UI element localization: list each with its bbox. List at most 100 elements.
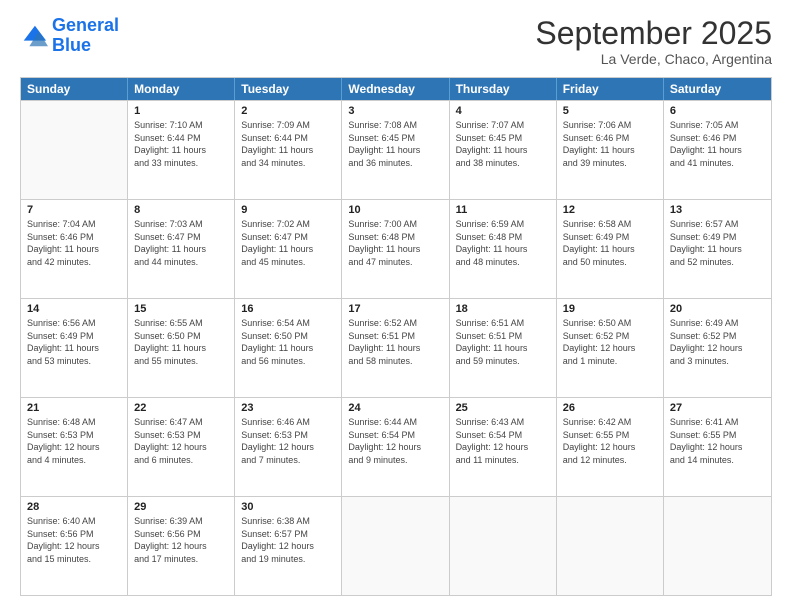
day-number-7: 7 (27, 204, 121, 216)
day-cell-14: 14Sunrise: 6:56 AM Sunset: 6:49 PM Dayli… (21, 299, 128, 397)
day-cell-4: 4 Sunrise: 7:07 AM Sunset: 6:45 PM Daylig… (450, 101, 557, 199)
day-number-15: 15 (134, 303, 228, 315)
day-info-21: Sunrise: 6:48 AM Sunset: 6:53 PM Dayligh… (27, 416, 121, 466)
day-number-8: 8 (134, 204, 228, 216)
empty-cell-4-3 (342, 497, 449, 595)
day-cell-13: 13 Sunrise: 6:57 AM Sunset: 6:49 PM Dayli… (664, 200, 771, 298)
day-number-28: 28 (27, 501, 121, 513)
day-number-23: 23 (241, 402, 335, 414)
col-friday: Friday (557, 78, 664, 100)
day-number-6: 6 (670, 105, 765, 117)
col-tuesday: Tuesday (235, 78, 342, 100)
day-number-29: 29 (134, 501, 228, 513)
day-number-27: 27 (670, 402, 765, 414)
day-info-12: Sunrise: 6:58 AM Sunset: 6:49 PM Dayligh… (563, 218, 657, 268)
day-number-14: 14 (27, 303, 121, 315)
day-info-6: Sunrise: 7:05 AM Sunset: 6:46 PM Dayligh… (670, 119, 765, 169)
day-cell-18: 18 Sunrise: 6:51 AM Sunset: 6:51 PM Dayli… (450, 299, 557, 397)
day-info-15: Sunrise: 6:55 AM Sunset: 6:50 PM Dayligh… (134, 317, 228, 367)
day-cell-22: 22 Sunrise: 6:47 AM Sunset: 6:53 PM Dayli… (128, 398, 235, 496)
day-number-10: 10 (348, 204, 442, 216)
day-cell-17: 17 Sunrise: 6:52 AM Sunset: 6:51 PM Dayli… (342, 299, 449, 397)
week-row-3: 14Sunrise: 6:56 AM Sunset: 6:49 PM Dayli… (21, 298, 771, 397)
day-info-4: Sunrise: 7:07 AM Sunset: 6:45 PM Dayligh… (456, 119, 550, 169)
day-number-19: 19 (563, 303, 657, 315)
page: General Blue September 2025 La Verde, Ch… (0, 0, 792, 612)
day-number-22: 22 (134, 402, 228, 414)
day-info-17: Sunrise: 6:52 AM Sunset: 6:51 PM Dayligh… (348, 317, 442, 367)
day-info-3: Sunrise: 7:08 AM Sunset: 6:45 PM Dayligh… (348, 119, 442, 169)
day-number-26: 26 (563, 402, 657, 414)
empty-cell-4-6 (664, 497, 771, 595)
title-block: September 2025 La Verde, Chaco, Argentin… (535, 16, 772, 67)
day-info-16: Sunrise: 6:54 AM Sunset: 6:50 PM Dayligh… (241, 317, 335, 367)
day-info-5: Sunrise: 7:06 AM Sunset: 6:46 PM Dayligh… (563, 119, 657, 169)
day-cell-29: 29 Sunrise: 6:39 AM Sunset: 6:56 PM Dayli… (128, 497, 235, 595)
day-info-24: Sunrise: 6:44 AM Sunset: 6:54 PM Dayligh… (348, 416, 442, 466)
day-info-28: Sunrise: 6:40 AM Sunset: 6:56 PM Dayligh… (27, 515, 121, 565)
day-info-23: Sunrise: 6:46 AM Sunset: 6:53 PM Dayligh… (241, 416, 335, 466)
header: General Blue September 2025 La Verde, Ch… (20, 16, 772, 67)
col-sunday: Sunday (21, 78, 128, 100)
day-number-24: 24 (348, 402, 442, 414)
day-number-25: 25 (456, 402, 550, 414)
day-info-20: Sunrise: 6:49 AM Sunset: 6:52 PM Dayligh… (670, 317, 765, 367)
day-info-7: Sunrise: 7:04 AM Sunset: 6:46 PM Dayligh… (27, 218, 121, 268)
col-wednesday: Wednesday (342, 78, 449, 100)
week-row-4: 21Sunrise: 6:48 AM Sunset: 6:53 PM Dayli… (21, 397, 771, 496)
day-number-1: 1 (134, 105, 228, 117)
day-number-30: 30 (241, 501, 335, 513)
col-thursday: Thursday (450, 78, 557, 100)
day-info-11: Sunrise: 6:59 AM Sunset: 6:48 PM Dayligh… (456, 218, 550, 268)
day-cell-25: 25 Sunrise: 6:43 AM Sunset: 6:54 PM Dayli… (450, 398, 557, 496)
week-row-1: 1 Sunrise: 7:10 AM Sunset: 6:44 PM Daylig… (21, 100, 771, 199)
day-cell-12: 12 Sunrise: 6:58 AM Sunset: 6:49 PM Dayli… (557, 200, 664, 298)
day-info-13: Sunrise: 6:57 AM Sunset: 6:49 PM Dayligh… (670, 218, 765, 268)
day-cell-28: 28 Sunrise: 6:40 AM Sunset: 6:56 PM Dayli… (21, 497, 128, 595)
day-cell-9: 9 Sunrise: 7:02 AM Sunset: 6:47 PM Daylig… (235, 200, 342, 298)
logo-text: General Blue (52, 16, 119, 56)
day-info-9: Sunrise: 7:02 AM Sunset: 6:47 PM Dayligh… (241, 218, 335, 268)
day-number-2: 2 (241, 105, 335, 117)
day-cell-11: 11 Sunrise: 6:59 AM Sunset: 6:48 PM Dayli… (450, 200, 557, 298)
day-number-11: 11 (456, 204, 550, 216)
day-cell-6: 6 Sunrise: 7:05 AM Sunset: 6:46 PM Daylig… (664, 101, 771, 199)
day-cell-1: 1 Sunrise: 7:10 AM Sunset: 6:44 PM Daylig… (128, 101, 235, 199)
empty-cell-4-5 (557, 497, 664, 595)
day-info-22: Sunrise: 6:47 AM Sunset: 6:53 PM Dayligh… (134, 416, 228, 466)
day-cell-23: 23 Sunrise: 6:46 AM Sunset: 6:53 PM Dayli… (235, 398, 342, 496)
day-number-4: 4 (456, 105, 550, 117)
logo: General Blue (20, 16, 119, 56)
day-number-18: 18 (456, 303, 550, 315)
day-cell-20: 20 Sunrise: 6:49 AM Sunset: 6:52 PM Dayli… (664, 299, 771, 397)
logo-icon (20, 22, 48, 50)
calendar: Sunday Monday Tuesday Wednesday Thursday… (20, 77, 772, 596)
day-cell-8: 8Sunrise: 7:03 AM Sunset: 6:47 PM Daylig… (128, 200, 235, 298)
week-row-2: 7 Sunrise: 7:04 AM Sunset: 6:46 PM Daylig… (21, 199, 771, 298)
day-info-19: Sunrise: 6:50 AM Sunset: 6:52 PM Dayligh… (563, 317, 657, 367)
day-info-18: Sunrise: 6:51 AM Sunset: 6:51 PM Dayligh… (456, 317, 550, 367)
day-number-17: 17 (348, 303, 442, 315)
week-row-5: 28 Sunrise: 6:40 AM Sunset: 6:56 PM Dayli… (21, 496, 771, 595)
empty-cell-0-0 (21, 101, 128, 199)
day-info-10: Sunrise: 7:00 AM Sunset: 6:48 PM Dayligh… (348, 218, 442, 268)
day-info-1: Sunrise: 7:10 AM Sunset: 6:44 PM Dayligh… (134, 119, 228, 169)
day-number-9: 9 (241, 204, 335, 216)
day-number-12: 12 (563, 204, 657, 216)
day-cell-5: 5Sunrise: 7:06 AM Sunset: 6:46 PM Daylig… (557, 101, 664, 199)
day-info-30: Sunrise: 6:38 AM Sunset: 6:57 PM Dayligh… (241, 515, 335, 565)
day-cell-10: 10 Sunrise: 7:00 AM Sunset: 6:48 PM Dayli… (342, 200, 449, 298)
day-cell-30: 30 Sunrise: 6:38 AM Sunset: 6:57 PM Dayli… (235, 497, 342, 595)
day-number-3: 3 (348, 105, 442, 117)
day-cell-27: 27Sunrise: 6:41 AM Sunset: 6:55 PM Dayli… (664, 398, 771, 496)
empty-cell-4-4 (450, 497, 557, 595)
day-cell-24: 24 Sunrise: 6:44 AM Sunset: 6:54 PM Dayli… (342, 398, 449, 496)
day-cell-26: 26Sunrise: 6:42 AM Sunset: 6:55 PM Dayli… (557, 398, 664, 496)
col-saturday: Saturday (664, 78, 771, 100)
day-number-13: 13 (670, 204, 765, 216)
day-info-25: Sunrise: 6:43 AM Sunset: 6:54 PM Dayligh… (456, 416, 550, 466)
location: La Verde, Chaco, Argentina (535, 51, 772, 67)
day-cell-7: 7 Sunrise: 7:04 AM Sunset: 6:46 PM Daylig… (21, 200, 128, 298)
day-info-29: Sunrise: 6:39 AM Sunset: 6:56 PM Dayligh… (134, 515, 228, 565)
day-number-20: 20 (670, 303, 765, 315)
